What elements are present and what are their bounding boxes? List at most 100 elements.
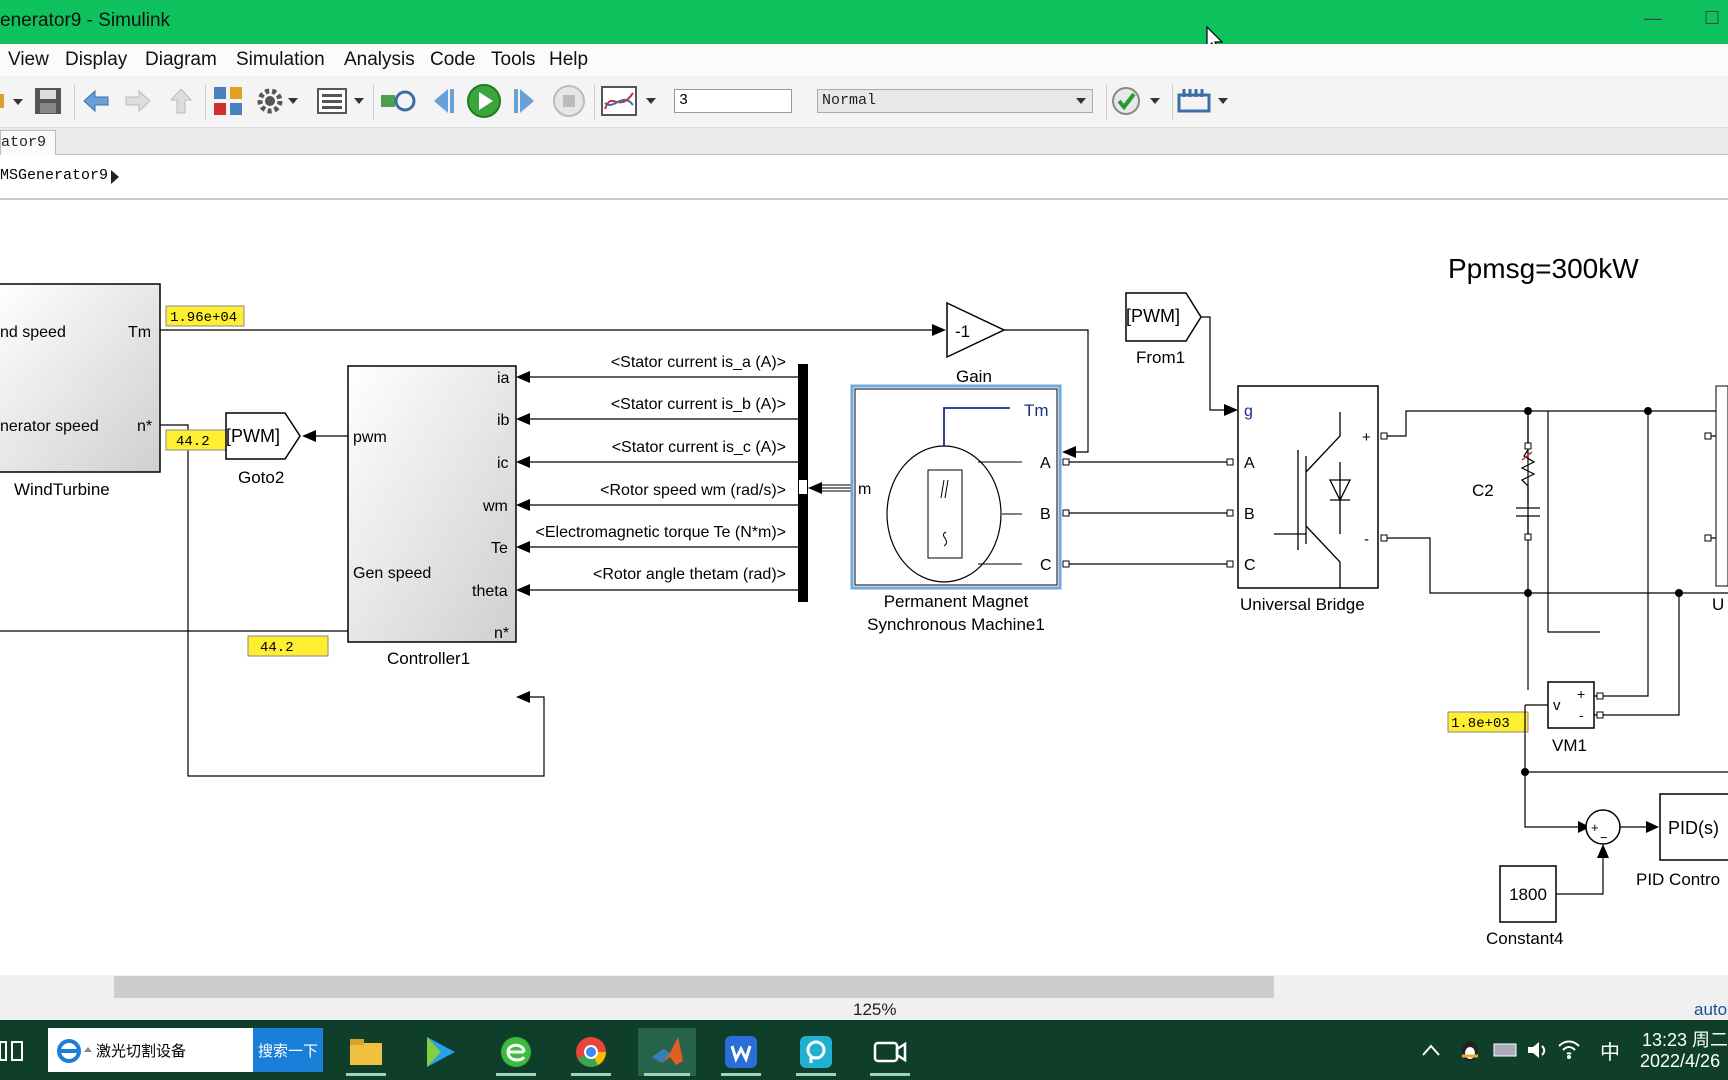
- library-browser-icon[interactable]: [210, 84, 246, 118]
- vm-plus-label: +: [1577, 686, 1585, 702]
- maximize-button[interactable]: ☐: [1704, 8, 1720, 29]
- taskbar-app-chrome[interactable]: [565, 1028, 617, 1076]
- block-diagram: Ppmsg=300kW nd speed nerator speed Tm n*…: [0, 253, 1728, 948]
- run-play-icon[interactable]: [464, 84, 504, 118]
- goto-tag: [PWM]: [226, 426, 280, 446]
- menu-diagram[interactable]: Diagram: [145, 49, 217, 71]
- phase-connections[interactable]: [1062, 458, 1234, 568]
- bus-port: [799, 480, 807, 494]
- build-model-icon[interactable]: [1176, 84, 1234, 118]
- menu-view[interactable]: View: [8, 49, 49, 71]
- model-advisor-check-icon[interactable]: [1110, 84, 1166, 118]
- signal-line-from-pwm[interactable]: [1201, 316, 1224, 411]
- step-back-icon[interactable]: [424, 84, 460, 118]
- display-vm[interactable]: 1.8e+03: [1447, 711, 1529, 733]
- goto-block[interactable]: [PWM] Goto2: [225, 412, 301, 487]
- pid-controller-block[interactable]: PID(s) PID Contro: [1636, 793, 1728, 889]
- universal-bridge-block[interactable]: g A B C + - Universal Bridge: [1237, 385, 1379, 614]
- open-dropdown-icon[interactable]: [0, 84, 24, 118]
- wind-turbine-block[interactable]: nd speed nerator speed Tm n* WindTurbine: [0, 283, 161, 499]
- menu-analysis[interactable]: Analysis: [344, 49, 415, 71]
- pmsm-block[interactable]: Tm m A B C Permanent Magnet Synchronous …: [850, 384, 1062, 634]
- horizontal-scrollbar[interactable]: [0, 975, 1728, 999]
- explorer-bar: MSGenerator9: [0, 156, 1728, 200]
- matlab-icon: [652, 1037, 683, 1065]
- speaker-icon[interactable]: [1526, 1038, 1550, 1062]
- menu-help[interactable]: Help: [549, 49, 588, 71]
- model-settings-gear-icon[interactable]: [254, 84, 302, 118]
- taskbar-app-player[interactable]: [414, 1028, 466, 1076]
- model-explorer-icon[interactable]: [316, 84, 368, 118]
- stop-time-value[interactable]: 3: [674, 89, 792, 113]
- wifi-icon[interactable]: [1556, 1036, 1582, 1062]
- port-label-c: C: [1040, 557, 1052, 574]
- input-method-indicator[interactable]: 中: [1600, 1036, 1620, 1065]
- network-device-icon[interactable]: [1492, 1040, 1518, 1060]
- scrollbar-thumb[interactable]: [114, 976, 1274, 998]
- qq-penguin-icon[interactable]: [1458, 1038, 1482, 1062]
- update-diagram-icon[interactable]: [378, 84, 418, 118]
- menu-simulation[interactable]: Simulation: [236, 49, 325, 71]
- solver-status[interactable]: auto: [1694, 1000, 1727, 1020]
- port-label-tm: Tm: [1024, 401, 1049, 420]
- capacitor-c2-block[interactable]: C2: [1472, 411, 1540, 541]
- task-view-icon[interactable]: [0, 1038, 24, 1064]
- block-name-goto: Goto2: [238, 468, 284, 487]
- diagram-canvas[interactable]: Ppmsg=300kW nd speed nerator speed Tm n*…: [0, 200, 1728, 975]
- breadcrumb[interactable]: MSGenerator9: [0, 167, 108, 184]
- toolbar: 3 Normal: [0, 76, 1728, 128]
- display-vm-value: 1.8e+03: [1451, 716, 1510, 732]
- block-name-pmsm: Permanent Magnet: [884, 592, 1029, 611]
- port-label-b: B: [1040, 506, 1051, 523]
- clock-date[interactable]: 2022/4/26: [1640, 1051, 1720, 1072]
- bus-line[interactable]: [820, 484, 852, 492]
- taskbar-app-wps[interactable]: [715, 1028, 767, 1076]
- window-title: enerator9 - Simulink: [0, 10, 171, 31]
- display-tm[interactable]: 1.96e+04: [165, 305, 245, 327]
- menu-display[interactable]: Display: [65, 49, 127, 71]
- block-name-vm1: VM1: [1552, 736, 1587, 755]
- search-button[interactable]: 搜索一下: [253, 1028, 323, 1072]
- voltage-measurement-block[interactable]: v + - VM1: [1547, 411, 1680, 755]
- clock-time[interactable]: 13:23 周二: [1642, 1026, 1728, 1052]
- back-arrow-icon[interactable]: [78, 84, 114, 118]
- port-label-te: Te: [491, 540, 508, 557]
- sum-block[interactable]: + −: [1585, 809, 1621, 845]
- forward-arrow-icon[interactable]: [120, 84, 156, 118]
- tab-model[interactable]: ator9: [0, 130, 56, 155]
- stop-time-input[interactable]: 3: [674, 84, 792, 118]
- scope-data-inspector-icon[interactable]: [600, 84, 662, 118]
- from-block[interactable]: [PWM] From1: [1125, 292, 1202, 367]
- taskbar-app-explorer[interactable]: [340, 1028, 392, 1076]
- gain-block[interactable]: -1 Gain: [946, 301, 1006, 386]
- constant-value: 1800: [1509, 885, 1547, 904]
- display-gen-speed-value: 44.2: [260, 640, 294, 656]
- signal-line-ref[interactable]: [1556, 856, 1604, 895]
- display-gen-speed[interactable]: 44.2: [247, 635, 329, 657]
- stop-icon[interactable]: [550, 84, 588, 118]
- menu-tools[interactable]: Tools: [491, 49, 535, 71]
- model-tab-strip: ator9: [0, 128, 1728, 155]
- menu-code[interactable]: Code: [430, 49, 475, 71]
- minimize-button[interactable]: —: [1644, 8, 1662, 29]
- separator: [594, 84, 595, 120]
- step-forward-icon[interactable]: [508, 84, 544, 118]
- port-label-minus: -: [1364, 531, 1369, 548]
- constant-block[interactable]: 1800 Constant4: [1486, 865, 1564, 948]
- chevron-up-icon[interactable]: [1422, 1044, 1440, 1056]
- taskbar-app-chat[interactable]: [790, 1028, 842, 1076]
- taskbar-search-input[interactable]: 激光切割设备: [48, 1028, 253, 1072]
- dc-bus-wiring[interactable]: [1380, 385, 1728, 690]
- up-arrow-icon[interactable]: [163, 84, 199, 118]
- taskbar-app-matlab[interactable]: [638, 1028, 696, 1076]
- chevron-right-icon[interactable]: [110, 169, 120, 185]
- arrowhead: [302, 430, 316, 442]
- taskbar-app-browser-green[interactable]: [490, 1028, 542, 1076]
- controller-block[interactable]: pwm Gen speed ia ib ic wm Te theta n* Co…: [347, 365, 517, 668]
- port-label-wind-speed: nd speed: [0, 324, 66, 341]
- bus-signal-label: <Electromagnetic torque Te (N*m)>: [536, 524, 786, 541]
- port-label-gen-speed: Gen speed: [353, 565, 431, 582]
- save-icon[interactable]: [32, 84, 64, 118]
- taskbar-app-recorder[interactable]: [864, 1028, 916, 1076]
- simulation-mode-select[interactable]: Normal: [817, 84, 1093, 118]
